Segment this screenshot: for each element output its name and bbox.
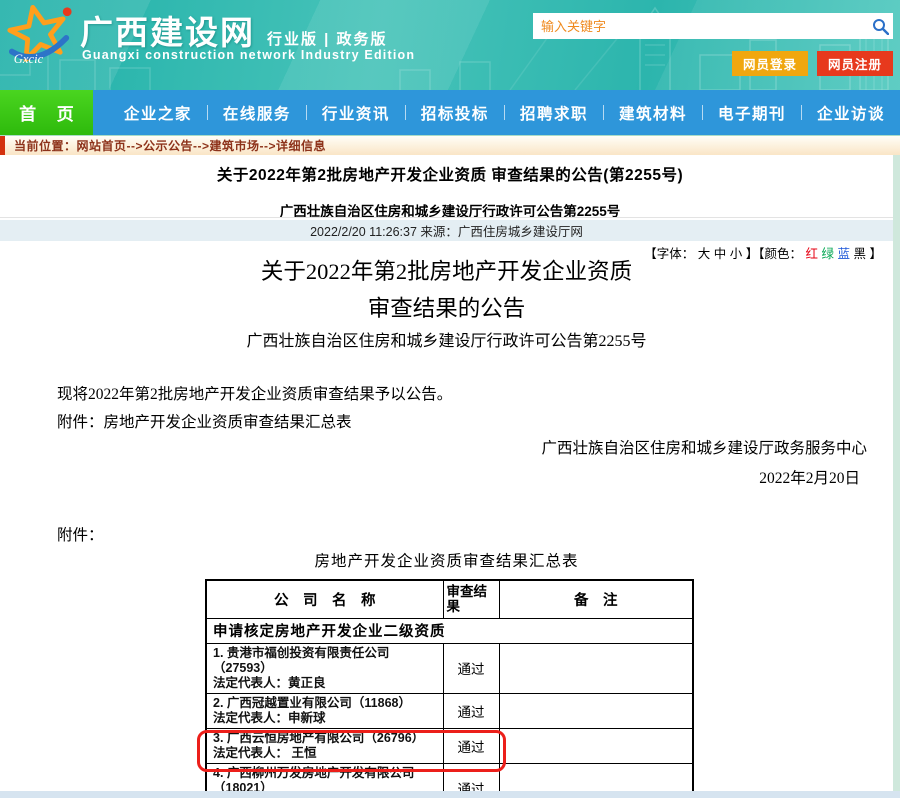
nav-item-recruitment[interactable]: 招聘求职 [505,102,603,124]
nav-item-online-service[interactable]: 在线服务 [208,102,306,124]
table-header-row: 公 司 名 称 审查结果 备 注 [206,580,693,618]
section-label: 申请核定房地产开发企业二级资质 [206,618,693,643]
nav-item-enterprise-interview[interactable]: 企业访谈 [802,102,900,124]
site-title: 广西建设网 [80,6,255,54]
article-subtitle: 广西壮族自治区住房和城乡建设厅行政许可公告第2255号 [0,327,893,351]
attachment-line: 附件：房地产开发企业资质审查结果汇总表 [57,410,352,432]
header-result: 审查结果 [443,580,499,618]
company-name: 3. 广西云恒房地产有限公司（26796） [213,731,437,746]
page-right-margin [893,155,900,798]
nav-item-industry-news[interactable]: 行业资讯 [307,102,405,124]
result-table: 公 司 名 称 审查结果 备 注 申请核定房地产开发企业二级资质 1. 贵港市福… [205,579,694,798]
article-title: 关于2022年第2批房地产开发企业资质 审查结果的公告 [0,253,893,327]
page-title: 关于2022年第2批房地产开发企业资质 审查结果的公告(第2255号) [0,163,900,185]
company-name: 1. 贵港市福创投资有限责任公司（27593） [213,646,437,676]
table-row: 3. 广西云恒房地产有限公司（26796） 法定代表人： 王恒 通过 [206,728,693,763]
remark-cell [499,728,693,763]
issue-date: 2022年2月20日 [759,466,860,488]
search-icon [872,18,889,35]
article-content: 关于2022年第2批房地产开发企业资质 审查结果的公告(第2255号) 广西壮族… [0,155,900,798]
attachment-label: 附件： [57,523,104,545]
review-result: 通过 [443,643,499,693]
member-login-button[interactable]: 网员登录 [732,51,808,76]
remark-cell [499,693,693,728]
breadcrumb[interactable]: 当前位置：网站首页-->公示公告-->建筑市场-->详细信息 [14,137,326,154]
table-title: 房地产开发企业资质审查结果汇总表 [0,549,893,571]
edition-links[interactable]: 行业版 | 政务版 [267,28,388,49]
member-register-button[interactable]: 网员注册 [817,51,893,76]
site-title-english: Guangxi construction network Industry Ed… [82,48,415,62]
breadcrumb-accent [0,136,5,156]
search-button[interactable] [867,13,893,39]
nav-item-e-journal[interactable]: 电子期刊 [703,102,801,124]
company-name: 2. 广西冠越置业有限公司（11868） [213,696,437,711]
nav-item-building-materials[interactable]: 建筑材料 [604,102,702,124]
review-result: 通过 [443,728,499,763]
review-result: 通过 [443,693,499,728]
article-meta: 2022/2/20 11:26:37 来源：广西住房城乡建设厅网 [0,220,893,241]
nav-item-home[interactable]: 首 页 [0,90,93,135]
remark-cell [499,643,693,693]
table-section-row: 申请核定房地产开发企业二级资质 [206,618,693,643]
bottom-edge-strip [0,791,900,798]
breadcrumb-bar: 当前位置：网站首页-->公示公告-->建筑市场-->详细信息 [0,135,900,155]
logo-script-text: Gxcic [14,52,44,66]
legal-representative: 法定代表人： 王恒 [213,746,437,761]
article-title-line2: 审查结果的公告 [0,290,893,327]
issuer-signature: 广西壮族自治区住房和城乡建设厅政务服务中心 [541,436,867,458]
main-navigation: 首 页 企业之家 在线服务 行业资讯 招标投标 招聘求职 建筑材料 电子期刊 企… [0,90,900,135]
site-logo-star-icon[interactable]: Gxcic [6,3,74,71]
article-paragraph: 现将2022年第2批房地产开发企业资质审查结果予以公告。 [57,382,452,404]
divider-line [0,217,893,218]
header-company: 公 司 名 称 [206,580,443,618]
page: Gxcic 广西建设网 行业版 | 政务版 Guangxi constructi… [0,0,900,798]
legal-representative: 法定代表人：申新球 [213,711,437,726]
search-input[interactable] [533,13,867,39]
search-box [533,13,893,39]
nav-item-bidding[interactable]: 招标投标 [406,102,504,124]
header-remark: 备 注 [499,580,693,618]
article-title-line1: 关于2022年第2批房地产开发企业资质 [0,253,893,290]
nav-item-enterprise-home[interactable]: 企业之家 [109,102,207,124]
table-row: 1. 贵港市福创投资有限责任公司（27593） 法定代表人：黄正良 通过 [206,643,693,693]
site-banner: Gxcic 广西建设网 行业版 | 政务版 Guangxi constructi… [0,0,900,90]
legal-representative: 法定代表人：黄正良 [213,676,437,691]
result-table-wrapper: 公 司 名 称 审查结果 备 注 申请核定房地产开发企业二级资质 1. 贵港市福… [205,579,692,798]
table-row: 2. 广西冠越置业有限公司（11868） 法定代表人：申新球 通过 [206,693,693,728]
